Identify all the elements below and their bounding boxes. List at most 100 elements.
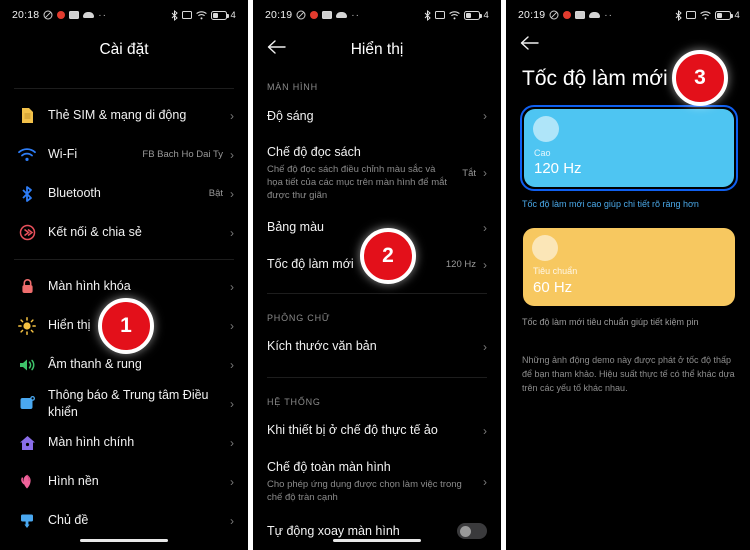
refresh-option-high[interactable]: Cao 120 Hz	[520, 105, 738, 192]
chevron-right-icon: ›	[483, 220, 487, 235]
auto-rotate-toggle[interactable]	[457, 523, 487, 540]
refresh-rate-options: Cao 120 Hz Tốc độ làm mới cao giúp chi t…	[506, 105, 750, 342]
wifi-status-icon	[699, 10, 711, 20]
display-list-font: Kích thước văn bản ›	[253, 329, 501, 365]
chevron-right-icon: ›	[483, 166, 487, 181]
item-description: Chế độ đọc sách điều chỉnh màu sắc và họ…	[267, 163, 448, 202]
screenshot-stage: 20:18 ·· 4 Cài đặt Thẻ SIM & mạng di độn…	[0, 0, 750, 550]
chevron-right-icon: ›	[483, 339, 487, 354]
sidebar-item-sim[interactable]: Thẻ SIM & mạng di động ›	[0, 96, 248, 135]
status-bar-1: 20:18 ·· 4	[0, 0, 248, 30]
item-label: Kết nối & chia sẻ	[48, 225, 142, 240]
divider	[267, 376, 487, 378]
sidebar-item-wifi[interactable]: Wi-Fi FB Bach Ho Dai Ty ›	[0, 135, 248, 174]
wifi-icon	[14, 147, 40, 162]
bluetooth-status-icon	[424, 9, 431, 21]
chevron-right-icon: ›	[483, 109, 487, 123]
item-label: Tự động xoay màn hình	[267, 523, 400, 538]
chevron-right-icon: ›	[230, 396, 234, 411]
screenshot-icon	[322, 11, 333, 19]
home-indicator	[333, 539, 421, 542]
item-label: Độ sáng	[267, 108, 314, 123]
battery-icon	[463, 10, 482, 20]
screenshot-icon	[69, 11, 80, 19]
list-item-fullscreen-mode[interactable]: Chế độ toàn màn hình Cho phép ứng dụng đ…	[253, 449, 501, 510]
refresh-option-standard[interactable]: Tiêu chuẩn 60 Hz	[520, 225, 738, 309]
option-name: Cao	[534, 147, 551, 158]
status-bar-3: 20:19 ·· 4	[506, 0, 750, 30]
item-label: Kích thước văn bản	[267, 339, 377, 354]
alert-dot-icon	[57, 11, 66, 19]
settings-list-network: Thẻ SIM & mạng di động › Wi-Fi FB Bach H…	[0, 96, 248, 252]
more-status-icons: ··	[98, 9, 107, 21]
sidebar-item-wallpaper[interactable]: Hình nền ›	[0, 462, 248, 501]
sidebar-item-theme[interactable]: Chủ đề ›	[0, 501, 248, 540]
alert-dot-icon	[310, 11, 319, 19]
wifi-status-icon	[195, 10, 207, 20]
item-value: Bật	[208, 188, 223, 199]
list-item-text-size[interactable]: Kích thước văn bản ›	[253, 329, 501, 365]
chevron-right-icon: ›	[483, 257, 487, 272]
demo-animation-blob	[533, 116, 559, 143]
step-badge-3: 3	[672, 50, 728, 106]
back-button[interactable]	[267, 39, 289, 61]
list-item-brightness[interactable]: Độ sáng ›	[253, 98, 501, 134]
refresh-option-standard-note: Tốc độ làm mới tiêu chuẩn giúp tiết kiệm…	[522, 316, 699, 327]
phone-panel-settings: 20:18 ·· 4 Cài đặt Thẻ SIM & mạng di độn…	[0, 0, 248, 550]
vibrate-icon	[434, 11, 445, 19]
home-indicator	[80, 539, 168, 542]
network-indicator: 4	[734, 9, 740, 21]
item-label: Âm thanh & rung	[48, 357, 142, 372]
bluetooth-status-icon	[675, 9, 682, 21]
item-label: Màn hình khóa	[48, 279, 131, 294]
page-title: Hiển thị	[350, 41, 404, 58]
item-label: Chế độ toàn màn hình	[267, 459, 391, 474]
wifi-status-icon	[448, 10, 460, 20]
network-indicator: 4	[230, 9, 236, 21]
item-label: Chế độ đọc sách	[267, 145, 361, 159]
speaker-icon	[14, 357, 40, 373]
app-bar-settings: Cài đặt	[0, 30, 248, 70]
option-rate: 120 Hz	[534, 160, 582, 178]
item-label: Chủ đề	[48, 513, 89, 528]
chevron-right-icon: ›	[230, 513, 234, 528]
item-description: Cho phép ứng dụng được chọn làm việc tro…	[267, 478, 462, 503]
section-header-screen: MÀN HÌNH	[267, 82, 318, 92]
section-header-font: PHÔNG CHỮ	[267, 312, 331, 323]
status-bar-2: 20:19 ·· 4	[253, 0, 501, 30]
alert-dot-icon	[563, 11, 572, 19]
cloud-icon	[336, 12, 348, 18]
cloud-icon	[589, 12, 601, 18]
vibrate-icon	[685, 11, 696, 19]
item-label: Wi-Fi	[48, 147, 78, 162]
screenshot-icon	[575, 11, 586, 19]
bluetooth-icon	[14, 185, 40, 203]
theme-brush-icon	[14, 512, 40, 529]
share-connection-icon	[14, 224, 40, 241]
display-list-system: Khi thiết bị ở chế độ thực tế ảo › Chế đ…	[253, 413, 501, 546]
refresh-option-standard-card: Tiêu chuẩn 60 Hz	[523, 227, 735, 306]
chevron-right-icon: ›	[230, 357, 234, 372]
status-time: 20:19	[518, 9, 546, 21]
list-item-reading-mode[interactable]: Chế độ đọc sách Chế độ đọc sách điều chỉ…	[253, 134, 501, 209]
chevron-right-icon: ›	[230, 147, 234, 162]
chevron-right-icon: ›	[230, 186, 234, 201]
status-time: 20:18	[12, 9, 40, 21]
item-label: Bluetooth	[48, 186, 101, 201]
network-indicator: 4	[483, 9, 489, 21]
sidebar-item-bluetooth[interactable]: Bluetooth Bật ›	[0, 174, 248, 213]
more-status-icons: ··	[604, 9, 613, 21]
refresh-option-high-note: Tốc độ làm mới cao giúp chi tiết rõ ràng…	[522, 199, 699, 210]
list-item-vr-mode[interactable]: Khi thiết bị ở chế độ thực tế ảo ›	[253, 413, 501, 449]
more-status-icons: ··	[351, 9, 360, 21]
back-button[interactable]	[520, 35, 542, 57]
status-time: 20:19	[265, 9, 293, 21]
sidebar-item-notifications[interactable]: Thông báo & Trung tâm Điều khiển ›	[0, 384, 248, 423]
notification-icon	[14, 395, 40, 412]
step-badge-1: 1	[98, 298, 154, 354]
chevron-right-icon: ›	[483, 423, 487, 438]
chevron-right-icon: ›	[483, 474, 487, 489]
sidebar-item-home-screen[interactable]: Màn hình chính ›	[0, 423, 248, 462]
sidebar-item-connection-share[interactable]: Kết nối & chia sẻ ›	[0, 213, 248, 252]
dnd-icon	[43, 10, 53, 20]
